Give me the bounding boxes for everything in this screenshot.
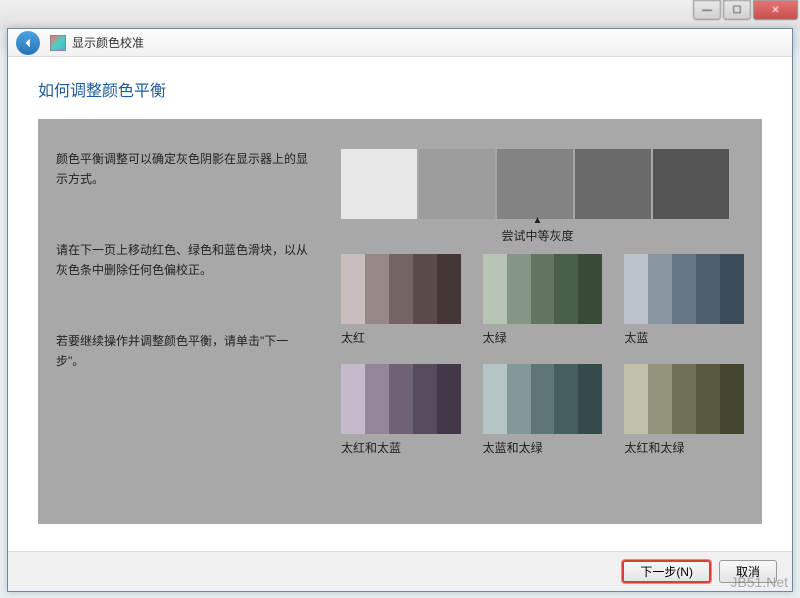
description-2: 请在下一页上移动红色、绿色和蓝色滑块，以从灰色条中删除任何色偏校正。 bbox=[56, 240, 316, 281]
swatch-bar bbox=[531, 254, 555, 324]
swatch-bar bbox=[696, 364, 720, 434]
swatch-bar bbox=[365, 364, 389, 434]
swatch-bar bbox=[672, 254, 696, 324]
swatch-bar bbox=[531, 364, 555, 434]
gradient-cell bbox=[419, 149, 495, 219]
wizard-header: 显示颜色校准 bbox=[8, 29, 792, 57]
swatch-bar bbox=[389, 254, 413, 324]
gradient-cell bbox=[653, 149, 729, 219]
browser-chrome: — ☐ ✕ bbox=[0, 0, 800, 30]
wizard-body: 如何调整颜色平衡 颜色平衡调整可以确定灰色阴影在显示器上的显示方式。 请在下一页… bbox=[8, 57, 792, 551]
swatch-area: 尝试中等灰度 太红 太绿 太蓝太红和太蓝 太蓝和太绿 太红和太绿 bbox=[331, 149, 744, 504]
page-heading: 如何调整颜色平衡 bbox=[38, 77, 762, 101]
back-arrow-icon bbox=[21, 36, 35, 50]
swatch-bar bbox=[413, 254, 437, 324]
swatch-bar bbox=[389, 364, 413, 434]
gradient-cell bbox=[341, 149, 417, 219]
gradient-cell bbox=[497, 149, 573, 219]
swatch-bar bbox=[341, 364, 365, 434]
swatch-item: 太蓝和太绿 bbox=[483, 364, 603, 456]
swatch-label: 太蓝和太绿 bbox=[483, 439, 603, 456]
window-controls: — ☐ ✕ bbox=[693, 0, 798, 20]
cancel-button[interactable]: 取消 bbox=[719, 560, 777, 583]
swatch-label: 太蓝 bbox=[624, 329, 744, 346]
swatch-bar bbox=[624, 364, 648, 434]
close-button[interactable]: ✕ bbox=[753, 0, 798, 20]
content-panel: 颜色平衡调整可以确定灰色阴影在显示器上的显示方式。 请在下一页上移动红色、绿色和… bbox=[38, 119, 762, 524]
swatch-label: 太绿 bbox=[483, 329, 603, 346]
swatch-bar bbox=[720, 254, 744, 324]
swatch-bars bbox=[483, 254, 603, 324]
swatch-bar bbox=[672, 364, 696, 434]
swatch-bars bbox=[341, 254, 461, 324]
back-button[interactable] bbox=[16, 31, 40, 55]
swatch-bar bbox=[720, 364, 744, 434]
swatch-bar bbox=[624, 254, 648, 324]
description-3: 若要继续操作并调整颜色平衡，请单击"下一步"。 bbox=[56, 331, 316, 372]
next-button[interactable]: 下一步(N) bbox=[622, 560, 711, 583]
swatch-bar bbox=[648, 254, 672, 324]
swatch-bar bbox=[696, 254, 720, 324]
swatch-label: 太红 bbox=[341, 329, 461, 346]
swatch-bar bbox=[507, 254, 531, 324]
swatch-label: 太红和太绿 bbox=[624, 439, 744, 456]
swatch-bar bbox=[578, 254, 602, 324]
swatch-bars bbox=[483, 364, 603, 434]
wizard-title: 显示颜色校准 bbox=[72, 34, 144, 51]
swatch-item: 太红 bbox=[341, 254, 461, 346]
swatch-bar bbox=[554, 254, 578, 324]
description-1: 颜色平衡调整可以确定灰色阴影在显示器上的显示方式。 bbox=[56, 149, 316, 190]
gradient-pointer-label: 尝试中等灰度 bbox=[331, 227, 744, 244]
wizard-footer: 下一步(N) 取消 bbox=[8, 551, 792, 591]
maximize-button[interactable]: ☐ bbox=[723, 0, 751, 20]
swatch-bar bbox=[578, 364, 602, 434]
swatch-grid: 太红 太绿 太蓝太红和太蓝 太蓝和太绿 太红和太绿 bbox=[341, 254, 744, 456]
instruction-text: 颜色平衡调整可以确定灰色阴影在显示器上的显示方式。 请在下一页上移动红色、绿色和… bbox=[56, 149, 316, 504]
gradient-cell bbox=[575, 149, 651, 219]
swatch-bar bbox=[483, 254, 507, 324]
swatch-bar bbox=[365, 254, 389, 324]
swatch-bar bbox=[554, 364, 578, 434]
swatch-bar bbox=[413, 364, 437, 434]
swatch-bars bbox=[341, 364, 461, 434]
swatch-item: 太红和太绿 bbox=[624, 364, 744, 456]
swatch-bar bbox=[648, 364, 672, 434]
swatch-label: 太红和太蓝 bbox=[341, 439, 461, 456]
swatch-bar bbox=[341, 254, 365, 324]
swatch-bars bbox=[624, 254, 744, 324]
swatch-bar bbox=[437, 254, 461, 324]
calibration-icon bbox=[50, 35, 66, 51]
swatch-item: 太红和太蓝 bbox=[341, 364, 461, 456]
neutral-gradient bbox=[341, 149, 744, 219]
wizard-window: 显示颜色校准 如何调整颜色平衡 颜色平衡调整可以确定灰色阴影在显示器上的显示方式… bbox=[7, 28, 793, 592]
swatch-bar bbox=[437, 364, 461, 434]
swatch-bars bbox=[624, 364, 744, 434]
swatch-bar bbox=[507, 364, 531, 434]
swatch-bar bbox=[483, 364, 507, 434]
minimize-button[interactable]: — bbox=[693, 0, 721, 20]
swatch-item: 太绿 bbox=[483, 254, 603, 346]
swatch-item: 太蓝 bbox=[624, 254, 744, 346]
